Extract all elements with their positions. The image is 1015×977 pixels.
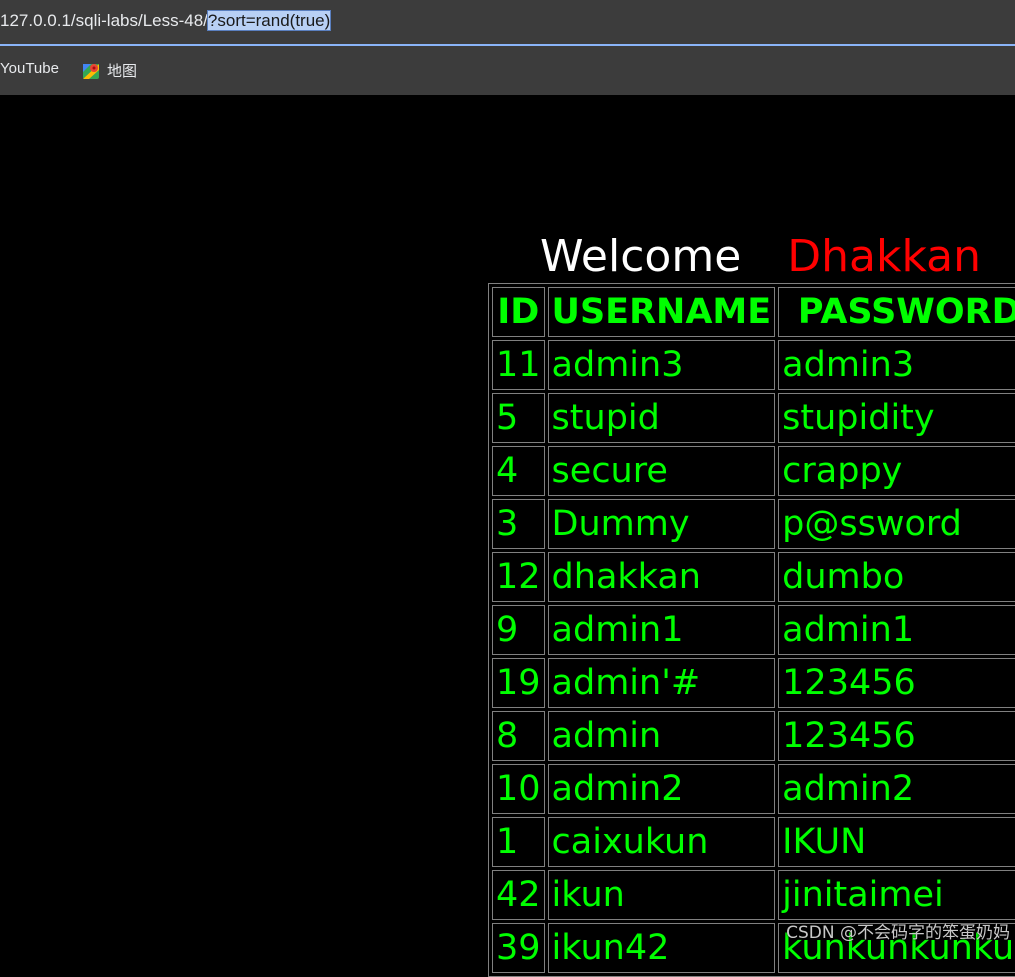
cell-password: 123456 — [778, 711, 1015, 761]
cell-username: ikun — [547, 870, 776, 920]
bookmarks-bar: YouTube 地图 — [0, 46, 1015, 95]
cell-username: admin1 — [547, 605, 776, 655]
cell-username: caixukun — [547, 817, 776, 867]
page-content: Welcome Dhakkan ID USERNAME PASSWORD 11 a… — [0, 95, 1015, 977]
cell-id: 11 — [492, 340, 545, 390]
cell-id: 3 — [492, 499, 545, 549]
cell-password: IKUN — [778, 817, 1015, 867]
cell-password: jinitaimei — [778, 870, 1015, 920]
address-bar[interactable]: 127.0.0.1/sqli-labs/Less-48/?sort=rand(t… — [0, 0, 1015, 46]
cell-password: stupidity — [778, 393, 1015, 443]
cell-username: admin — [547, 711, 776, 761]
cell-password: admin1 — [778, 605, 1015, 655]
url-selected-query: ?sort=rand(true) — [206, 10, 332, 31]
header-username: USERNAME — [547, 287, 776, 337]
cell-password: crappy — [778, 446, 1015, 496]
maps-icon — [82, 62, 100, 80]
cell-password: admin3 — [778, 340, 1015, 390]
cell-id: 4 — [492, 446, 545, 496]
welcome-text: Welcome — [540, 231, 742, 282]
cell-username: admin3 — [547, 340, 776, 390]
header-password: PASSWORD — [778, 287, 1015, 337]
url-field[interactable]: 127.0.0.1/sqli-labs/Less-48/?sort=rand(t… — [0, 10, 332, 31]
cell-id: 9 — [492, 605, 545, 655]
cell-username: ikun42 — [547, 923, 776, 973]
cell-username: Dummy — [547, 499, 776, 549]
bookmark-maps[interactable]: 地图 — [82, 60, 137, 81]
cell-username: admin2 — [547, 764, 776, 814]
table-row: 19 admin'# 123456 — [492, 658, 1015, 708]
bookmark-youtube[interactable]: YouTube — [0, 60, 59, 77]
table-row: 3 Dummy p@ssword — [492, 499, 1015, 549]
url-base: 127.0.0.1/sqli-labs/Less-48/ — [0, 11, 208, 30]
cell-id: 8 — [492, 711, 545, 761]
cell-username: dhakkan — [547, 552, 776, 602]
welcome-name: Dhakkan — [787, 231, 982, 282]
cell-username: stupid — [547, 393, 776, 443]
table-row: 1 caixukun IKUN — [492, 817, 1015, 867]
table-row: 9 admin1 admin1 — [492, 605, 1015, 655]
table-row: 10 admin2 admin2 — [492, 764, 1015, 814]
users-table: ID USERNAME PASSWORD 11 admin3 admin3 5 … — [488, 283, 1015, 977]
cell-id: 42 — [492, 870, 545, 920]
cell-password: admin2 — [778, 764, 1015, 814]
table-row: 12 dhakkan dumbo — [492, 552, 1015, 602]
cell-password: dumbo — [778, 552, 1015, 602]
cell-id: 10 — [492, 764, 545, 814]
table-row: 11 admin3 admin3 — [492, 340, 1015, 390]
cell-id: 5 — [492, 393, 545, 443]
cell-password: 123456 — [778, 658, 1015, 708]
table-header-row: ID USERNAME PASSWORD — [492, 287, 1015, 337]
table-row: 42 ikun jinitaimei — [492, 870, 1015, 920]
table-row: 5 stupid stupidity — [492, 393, 1015, 443]
bookmark-maps-label: 地图 — [107, 63, 138, 80]
header-id: ID — [492, 287, 545, 337]
cell-username: admin'# — [547, 658, 776, 708]
bookmark-youtube-label: YouTube — [0, 60, 59, 77]
cell-id: 12 — [492, 552, 545, 602]
cell-username: secure — [547, 446, 776, 496]
cell-id: 1 — [492, 817, 545, 867]
users-table-wrap: ID USERNAME PASSWORD 11 admin3 admin3 5 … — [488, 283, 1015, 977]
cell-id: 19 — [492, 658, 545, 708]
cell-id: 39 — [492, 923, 545, 973]
table-row: 8 admin 123456 — [492, 711, 1015, 761]
welcome-heading: Welcome Dhakkan — [540, 230, 981, 284]
cell-password: p@ssword — [778, 499, 1015, 549]
csdn-watermark: CSDN @不会码字的笨蛋奶妈 — [786, 923, 1010, 943]
table-row: 4 secure crappy — [492, 446, 1015, 496]
